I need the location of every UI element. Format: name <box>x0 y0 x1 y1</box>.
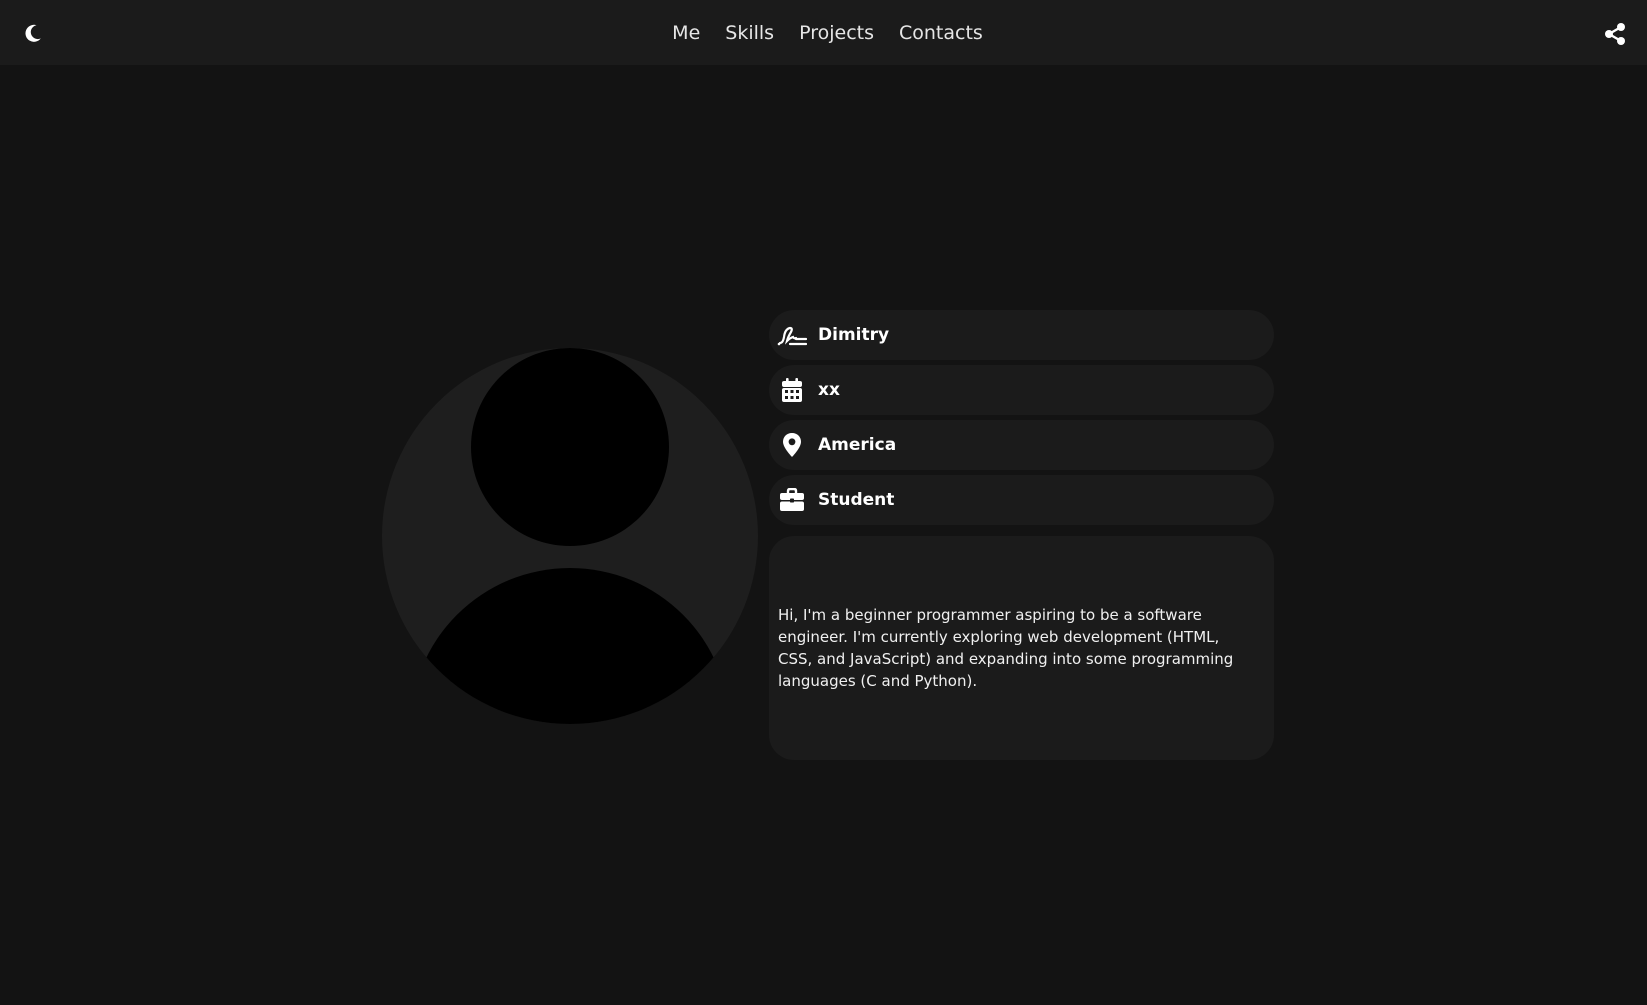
top-navbar: Me Skills Projects Contacts <box>0 0 1647 65</box>
info-row-birthdate: xx <box>769 365 1274 415</box>
profile-birthdate: xx <box>818 380 840 400</box>
profile-avatar <box>382 348 758 724</box>
profile-name: Dimitry <box>818 325 890 345</box>
info-row-location: America <box>769 420 1274 470</box>
nav-link-skills[interactable]: Skills <box>725 22 774 44</box>
main-nav: Me Skills Projects Contacts <box>0 0 1647 65</box>
bio-text: Hi, I'm a beginner programmer aspiring t… <box>778 606 1234 690</box>
share-button[interactable] <box>1603 23 1627 45</box>
calendar-icon <box>777 376 807 404</box>
nav-link-me[interactable]: Me <box>672 22 700 44</box>
avatar-body <box>410 568 730 724</box>
briefcase-icon <box>777 486 807 514</box>
info-row-occupation: Student <box>769 475 1274 525</box>
info-row-name: Dimitry <box>769 310 1274 360</box>
map-pin-icon <box>777 431 807 459</box>
profile-location: America <box>818 435 897 455</box>
nav-link-contacts[interactable]: Contacts <box>899 22 983 44</box>
share-icon <box>1605 23 1625 45</box>
signature-icon <box>777 321 807 349</box>
nav-link-projects[interactable]: Projects <box>799 22 874 44</box>
bio-card: Hi, I'm a beginner programmer aspiring t… <box>769 536 1274 760</box>
profile-occupation: Student <box>818 490 895 510</box>
avatar-head <box>471 348 669 546</box>
